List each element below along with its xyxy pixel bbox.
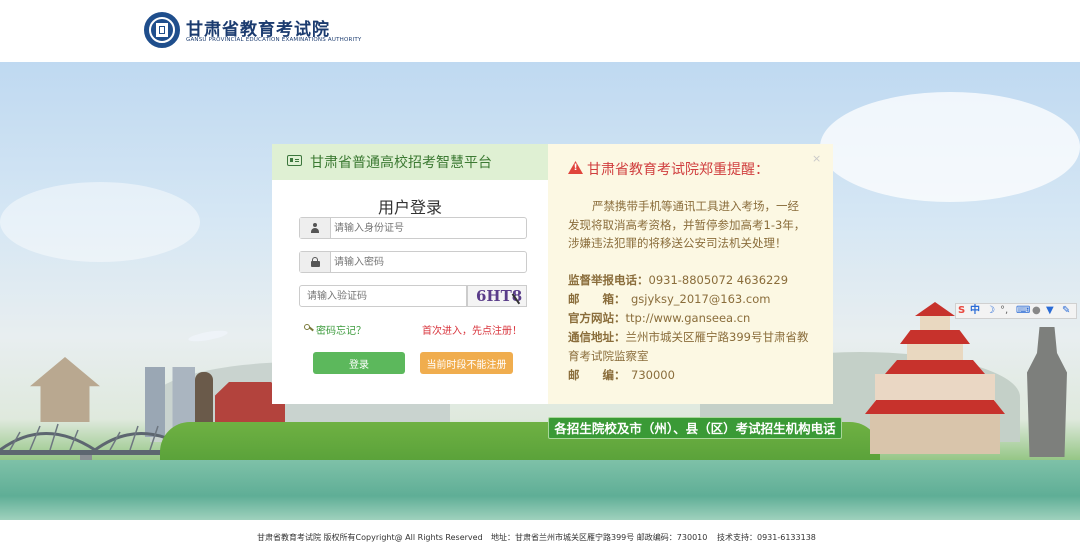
warrior-statue [1027, 327, 1067, 457]
ime-mode-toggle[interactable]: 中 [970, 304, 980, 318]
ime-logo-icon[interactable]: S [958, 304, 965, 318]
moon-icon[interactable]: ☽ [986, 304, 995, 318]
wrench-icon[interactable]: ✎ [1062, 304, 1070, 318]
institution-contacts-button[interactable]: 各招生院校及市（州）、县（区）考试招生机构电话 [548, 417, 842, 439]
first-register-link[interactable]: 首次进入，先点注册！ [422, 322, 522, 337]
website-label: 官方网站： [568, 311, 626, 325]
password-field [299, 251, 527, 273]
login-button[interactable]: 登录 [313, 352, 405, 374]
stone-statue [195, 372, 213, 427]
keyboard-icon[interactable]: ⌨ [1016, 304, 1030, 318]
address-label: 通信地址： [568, 330, 626, 344]
id-field-addon [300, 218, 331, 238]
platform-title: 甘肃省普通高校招考智慧平台 [310, 155, 492, 171]
user-icon[interactable]: ● [1032, 304, 1041, 318]
cloud [820, 92, 1080, 202]
lock-icon [311, 257, 320, 267]
close-icon[interactable]: × [812, 152, 821, 165]
postcode-label: 邮 编： [568, 368, 626, 382]
institution-logo[interactable] [144, 12, 180, 48]
id-number-field [299, 217, 527, 239]
postcode-value: 730000 [631, 368, 675, 382]
hotline-line: 监督举报电话：0931-8805072 4636229 [568, 271, 818, 290]
airplane [187, 328, 229, 344]
email-label: 邮 箱： [568, 292, 626, 306]
warning-icon [568, 161, 583, 174]
postcode-line: 邮 编： 730000 [568, 366, 818, 385]
captcha-field [299, 285, 467, 307]
password-field-addon [300, 252, 331, 272]
id-number-input[interactable] [334, 219, 514, 237]
notice-panel: 甘肃省教育考试院郑重提醒： × 严禁携带手机等通讯工具进入考场，一经发现将取消高… [548, 144, 833, 404]
email-value: gsjyksy_2017@163.com [631, 292, 771, 306]
site-subtitle: GANSU PROVINCIAL EDUCATION EXAMINATIONS … [186, 37, 362, 43]
email-line: 邮 箱： gsjyksy_2017@163.com [568, 290, 818, 309]
login-panel: 甘肃省普通高校招考智慧平台 用户登录 6HT8 密码忘记？ 首次进入，先点注册！… [272, 144, 548, 404]
user-icon [311, 223, 319, 233]
punctuation-icon[interactable]: °, [1000, 304, 1008, 318]
forgot-password-link[interactable]: 密码忘记？ [316, 322, 366, 337]
shirt-icon[interactable]: ▼ [1046, 304, 1054, 318]
password-input[interactable] [334, 253, 514, 271]
website-line: 官方网站：ttp://www.ganseea.cn [568, 309, 818, 328]
notice-title: 甘肃省教育考试院郑重提醒： [587, 162, 769, 178]
ime-toolbar: S 中 ☽ °, ⌨ ● ▼ ✎ [955, 303, 1077, 319]
address-line: 通信地址：兰州市城关区雁宁路399号甘肃省教育考试院监察室 [568, 328, 818, 365]
footer-address: 地址：甘肃省兰州市城关区雁宁路399号 邮政编码：730010 [491, 533, 708, 542]
id-card-icon [287, 155, 302, 166]
website-value: ttp://www.ganseea.cn [625, 311, 751, 325]
login-panel-header: 甘肃省普通高校招考智慧平台 [272, 144, 548, 180]
captcha-image[interactable]: 6HT8 [467, 285, 527, 307]
site-footer: 甘肃省教育考试院 版权所有Copyright@ All Rights Reser… [0, 520, 1080, 555]
cloud [0, 182, 200, 262]
captcha-input[interactable] [307, 287, 457, 305]
lake-water [0, 460, 1080, 520]
hotline-value: 0931-8805072 4636229 [648, 273, 789, 287]
register-button[interactable]: 当前时段不能注册 [420, 352, 513, 374]
key-icon [304, 324, 313, 333]
notice-body: 严禁携带手机等通讯工具进入考场，一经发现将取消高考资格，并暂停参加高考1-3年，… [568, 199, 806, 250]
red-pavilion [865, 302, 1005, 472]
login-title: 用户登录 [377, 198, 442, 217]
hotline-label: 监督举报电话： [568, 273, 649, 287]
site-header: 甘肃省教育考试院 GANSU PROVINCIAL EDUCATION EXAM… [0, 0, 1080, 62]
footer-copyright: 甘肃省教育考试院 版权所有Copyright@ All Rights Reser… [257, 533, 483, 542]
footer-tech-support: 技术支持：0931-6133138 [717, 533, 816, 542]
